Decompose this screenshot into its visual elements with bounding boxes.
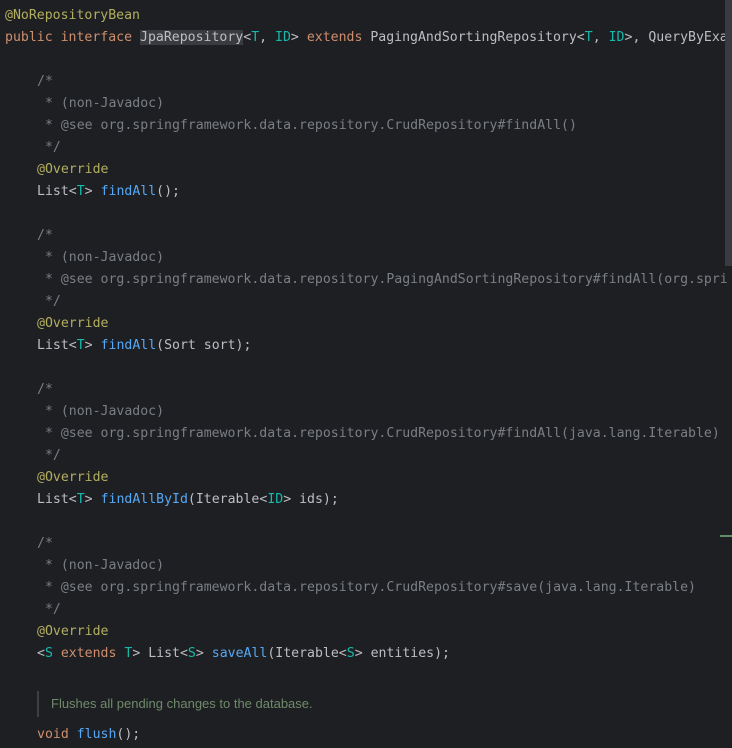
punct: < (243, 30, 252, 45)
code-line: @NoRepositoryBean (5, 5, 140, 27)
code-line: List<T> findAll(); (5, 181, 180, 203)
method-name: findAllById (100, 492, 188, 507)
keyword: public (5, 30, 53, 45)
comment-line: */ (37, 294, 61, 309)
comment-line: /* (37, 536, 53, 551)
type-param: S (346, 646, 355, 661)
punct: > (84, 338, 101, 353)
comment-line: /* (37, 382, 53, 397)
code-line: void flush(); (5, 724, 140, 746)
punct: < (68, 492, 77, 507)
punct: < (576, 30, 585, 45)
punct: < (37, 646, 45, 661)
code-text: (Iterable< (187, 492, 268, 507)
comment-line: * (non-Javadoc) (37, 404, 165, 419)
annotation: @NoRepositoryBean (5, 8, 140, 23)
type-param: T (584, 30, 593, 45)
type-param: T (76, 492, 85, 507)
comment-line: * (non-Javadoc) (37, 96, 165, 111)
punct: < (68, 338, 77, 353)
comment-line: /* (37, 74, 53, 89)
punct: > (84, 492, 101, 507)
method-name: saveAll (211, 646, 268, 661)
code-text: > ids); (283, 492, 339, 507)
change-marker[interactable] (720, 535, 732, 537)
comment-line: * @see org.springframework.data.reposito… (37, 272, 728, 287)
comment-line: * (non-Javadoc) (37, 250, 165, 265)
type-param: ID (267, 492, 284, 507)
method-name: flush (76, 727, 117, 742)
code-line: public interface JpaRepository<T, ID> ex… (5, 27, 728, 49)
interface-name: JpaRepository (140, 30, 244, 45)
type-name: List (37, 184, 69, 199)
code-line: List<T> findAll(Sort sort); (5, 335, 251, 357)
code-text: (); (116, 727, 141, 742)
code-text: (Sort sort); (156, 338, 252, 353)
type-param: T (251, 30, 260, 45)
type-param: S (44, 646, 53, 661)
code-text: > entities); (354, 646, 450, 661)
annotation: @Override (37, 162, 109, 177)
method-name: findAll (100, 184, 157, 199)
annotation: @Override (37, 316, 109, 331)
keyword: extends (60, 646, 117, 661)
punct: < (68, 184, 77, 199)
code-text: (); (156, 184, 180, 199)
keyword: extends (306, 30, 363, 45)
code-text: , QueryByExa (632, 30, 728, 45)
method-name: findAll (100, 338, 157, 353)
comment-line: * @see org.springframework.data.reposito… (37, 580, 696, 595)
comment-line: */ (37, 140, 61, 155)
type-name: List (37, 338, 69, 353)
punct: , (592, 30, 609, 45)
punct: > (195, 646, 212, 661)
comment-line: * (non-Javadoc) (37, 558, 165, 573)
type-param: T (76, 338, 85, 353)
javadoc-text: Flushes all pending changes to the datab… (51, 696, 313, 711)
code-line: <S extends T> List<S> saveAll(Iterable<S… (5, 643, 450, 665)
comment-line: * @see org.springframework.data.reposito… (37, 426, 720, 441)
comment-line: */ (37, 602, 61, 617)
rendered-javadoc[interactable]: Flushes all pending changes to the datab… (37, 691, 731, 717)
type-param: ID (608, 30, 625, 45)
comment-line: */ (37, 448, 61, 463)
code-text: (Iterable< (267, 646, 347, 661)
comment-line: /* (37, 228, 53, 243)
punct: , (259, 30, 276, 45)
vertical-scrollbar-thumb[interactable] (725, 0, 732, 266)
type-name: List (37, 492, 69, 507)
type-name: PagingAndSortingRepository (370, 30, 577, 45)
type-param: ID (275, 30, 291, 45)
code-line: List<T> findAllById(Iterable<ID> ids); (5, 489, 339, 511)
keyword: interface (60, 30, 133, 45)
annotation: @Override (37, 470, 109, 485)
type-param: T (76, 184, 85, 199)
keyword: void (37, 727, 69, 742)
punct: > (290, 30, 299, 45)
punct: > (84, 184, 101, 199)
code-editor[interactable]: @NoRepositoryBean public interface JpaRe… (0, 0, 732, 748)
type-param: S (187, 646, 196, 661)
code-text: > List< (132, 646, 188, 661)
annotation: @Override (37, 624, 109, 639)
comment-line: * @see org.springframework.data.reposito… (37, 118, 577, 133)
